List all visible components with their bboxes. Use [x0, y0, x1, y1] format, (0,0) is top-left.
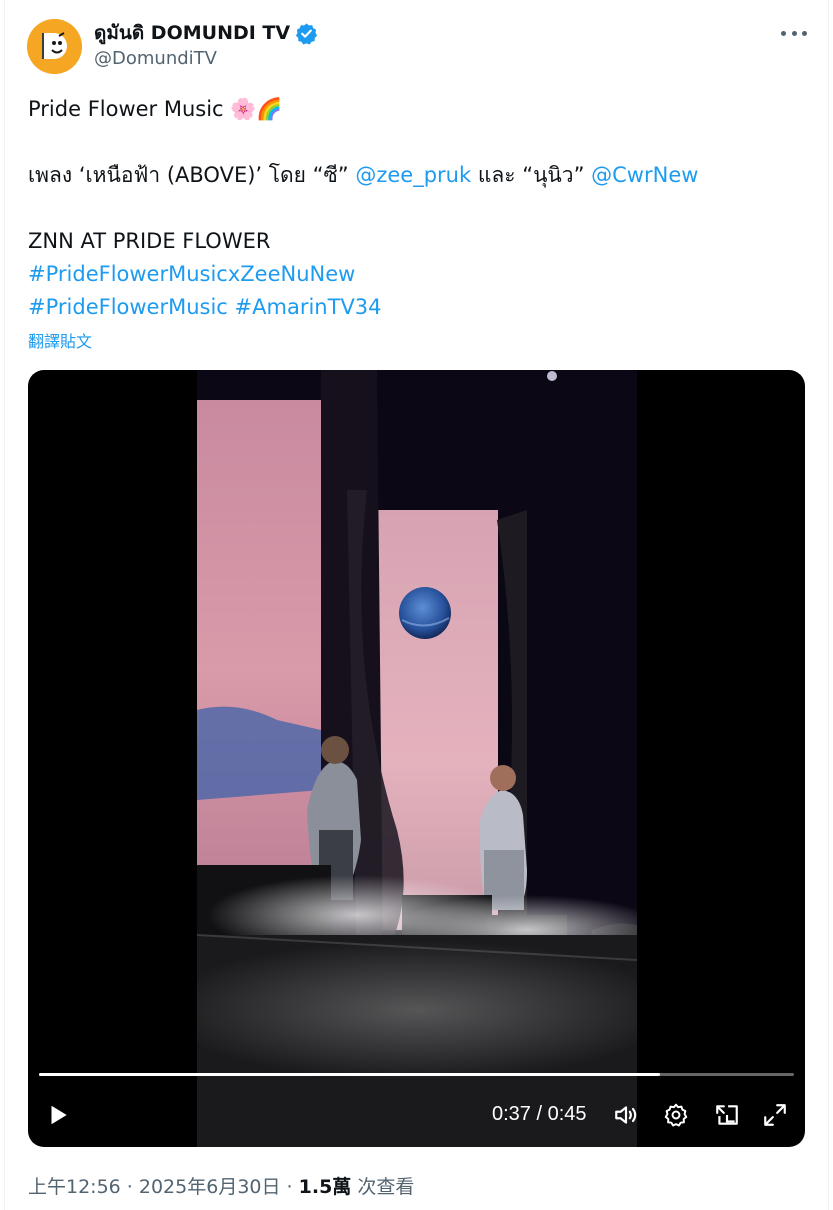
video-progress-bar[interactable]: [39, 1073, 794, 1076]
tweet-line-5: #PrideFlowerMusic #AmarinTV34: [28, 291, 382, 324]
tweet-line-3: ZNN AT PRIDE FLOWER: [28, 229, 271, 253]
tweet-text-song: เพลง ‘เหนือฟ้า (ABOVE)’ โดย “ซี”: [28, 163, 356, 187]
fullscreen-icon[interactable]: [759, 1099, 791, 1131]
concert-stage-image: [197, 370, 637, 1147]
video-time-display: 0:37 / 0:45: [492, 1103, 587, 1125]
flower-rainbow-emoji-icon: 🌸🌈: [230, 97, 283, 121]
tweet-text-and: และ “นุนิว”: [471, 163, 592, 187]
display-name[interactable]: ดูมันดิ DOMUNDI TV: [94, 18, 290, 48]
video-frame[interactable]: [197, 370, 637, 1147]
mention-cwrnew[interactable]: @CwrNew: [591, 163, 698, 187]
tweet-line-1: Pride Flower Music 🌸🌈: [28, 93, 283, 126]
author-handle[interactable]: @DomundiTV: [94, 48, 217, 69]
translate-post-link[interactable]: 翻譯貼文: [28, 328, 92, 352]
tweet-metadata: 上午12:56 · 2025年6月30日 · 1.5萬 次查看: [28, 1172, 414, 1199]
volume-icon[interactable]: [610, 1099, 642, 1131]
view-count: 1.5萬: [298, 1176, 352, 1198]
more-options-icon[interactable]: [781, 22, 807, 44]
avatar[interactable]: [27, 19, 82, 74]
play-icon[interactable]: [42, 1099, 74, 1131]
tweet-timestamp[interactable]: 上午12:56 · 2025年6月30日 ·: [28, 1176, 299, 1198]
hashtag-amarintv34[interactable]: #AmarinTV34: [235, 295, 382, 319]
mention-zee-pruk[interactable]: @zee_pruk: [355, 163, 471, 187]
tweet-line-2: เพลง ‘เหนือฟ้า (ABOVE)’ โดย “ซี” @zee_pr…: [28, 159, 698, 192]
view-count-label: 次查看: [351, 1176, 415, 1198]
domundi-logo-icon: [27, 19, 82, 74]
video-player[interactable]: 0:37 / 0:45: [28, 370, 805, 1147]
pip-icon[interactable]: [711, 1099, 743, 1131]
hashtag-prideflowermusicxzeenunew[interactable]: #PrideFlowerMusicxZeeNuNew: [28, 262, 355, 286]
tweet-text-title: Pride Flower Music: [28, 97, 231, 121]
video-progress-fill: [39, 1073, 660, 1076]
tweet-line-4: #PrideFlowerMusicxZeeNuNew: [28, 258, 355, 291]
settings-icon[interactable]: [660, 1099, 692, 1131]
hashtag-prideflowermusic[interactable]: #PrideFlowerMusic: [28, 295, 228, 319]
author-name-row[interactable]: ดูมันดิ DOMUNDI TV: [94, 19, 318, 47]
verified-badge-icon: [295, 22, 318, 45]
